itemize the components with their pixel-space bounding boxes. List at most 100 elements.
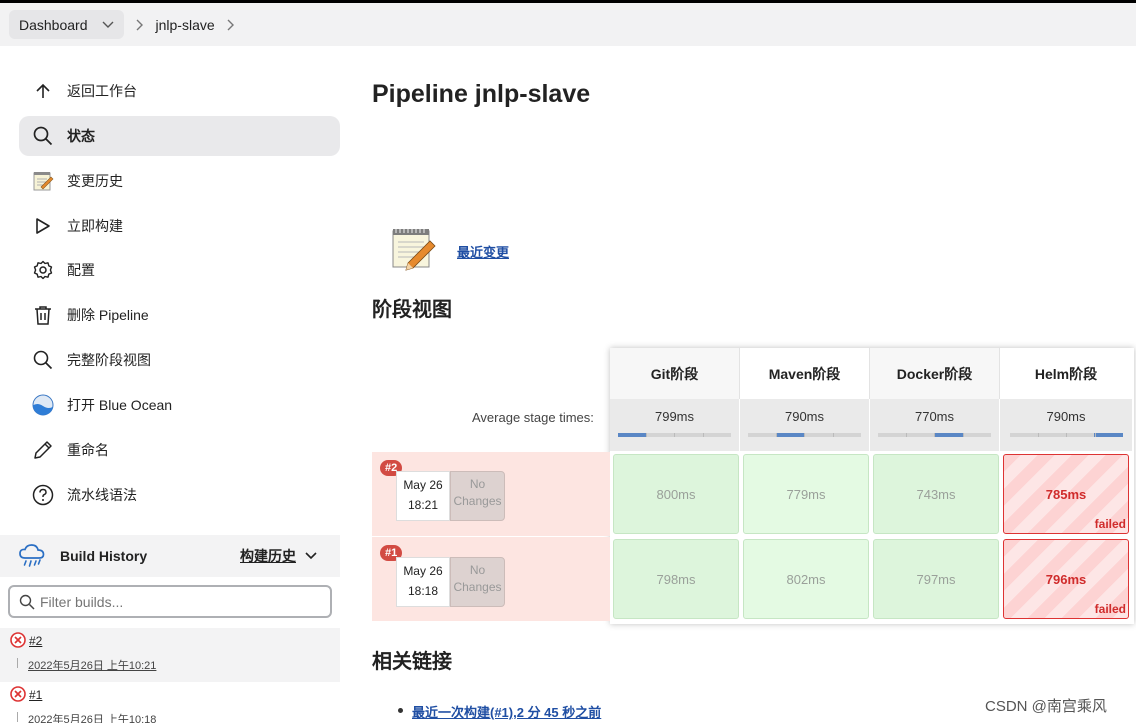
stage-header: Docker阶段	[870, 348, 1000, 399]
notepad-icon	[390, 225, 438, 274]
run-changes[interactable]: No Changes	[450, 557, 505, 607]
breadcrumb-job[interactable]: jnlp-slave	[156, 17, 215, 33]
last-build-link[interactable]: 最近一次构建(#1),2 分 45 秒之前	[412, 702, 601, 721]
sidebar-item-label: 配置	[67, 262, 95, 278]
recent-changes-link[interactable]: 最近变更	[457, 242, 509, 261]
timeline-bar	[17, 712, 18, 722]
stage-avg-cell: 790ms	[740, 399, 870, 451]
stage-cell-success[interactable]: 798ms	[613, 539, 739, 619]
chevron-down-icon[interactable]	[102, 21, 114, 29]
stage-cell-time: 785ms	[1045, 486, 1087, 502]
blue-ocean-icon	[32, 394, 54, 416]
stage-avg-bar	[618, 433, 731, 437]
stage-avg-time: 790ms	[784, 409, 825, 424]
stage-header: Git阶段	[610, 348, 740, 399]
help-icon	[32, 484, 54, 506]
stage-cell-success[interactable]: 797ms	[873, 539, 999, 619]
run-changes[interactable]: No Changes	[450, 471, 505, 521]
build-row[interactable]: #1 2022年5月26日 上午10:18	[0, 682, 340, 723]
sidebar-item-status[interactable]: 状态	[19, 116, 340, 156]
list-bullet	[398, 708, 403, 713]
notepad-icon	[32, 170, 54, 192]
trash-icon	[32, 304, 54, 326]
stage-avg-bar-fill	[1094, 433, 1123, 437]
sidebar-item-label: 重命名	[67, 442, 109, 458]
stage-header: Maven阶段	[740, 348, 870, 399]
stage-view-title: 阶段视图	[372, 299, 452, 321]
stage-avg-bar-fill	[776, 433, 805, 437]
timeline-bar	[17, 658, 18, 668]
failed-status-icon	[10, 686, 26, 702]
chevron-down-icon[interactable]	[304, 547, 318, 563]
watermark: CSDN @南宫乘风	[985, 698, 1107, 715]
sidebar-item-blue-ocean[interactable]: 打开 Blue Ocean	[19, 385, 340, 425]
sidebar-item-rename[interactable]: 重命名	[19, 430, 340, 470]
sidebar-item-pipeline-syntax[interactable]: 流水线语法	[19, 475, 340, 515]
build-history-header: Build History 构建历史	[0, 535, 340, 577]
sidebar-item-label: 打开 Blue Ocean	[67, 397, 173, 413]
stage-cell-time: 796ms	[1045, 571, 1087, 587]
page-title: Pipeline jnlp-slave	[372, 80, 591, 108]
run-date-box: May 26 18:21	[396, 471, 450, 521]
stage-cell-success[interactable]: 743ms	[873, 454, 999, 534]
related-links-title: 相关链接	[372, 651, 452, 673]
breadcrumb-dashboard-label[interactable]: Dashboard	[19, 17, 88, 33]
stage-cell-success[interactable]: 779ms	[743, 454, 869, 534]
run-date: May 26	[403, 478, 443, 492]
stage-avg-cell: 790ms	[1000, 399, 1132, 451]
build-history-title: Build History	[60, 548, 148, 564]
build-date-link[interactable]: 2022年5月26日 上午10:18	[28, 711, 156, 723]
sidebar-item-label: 变更历史	[67, 173, 123, 189]
stage-avg-bar	[748, 433, 861, 437]
run-time: 18:21	[407, 498, 439, 512]
sidebar-item-label: 状态	[67, 128, 95, 144]
stage-avg-bar-fill	[934, 433, 963, 437]
sidebar-item-build-now[interactable]: 立即构建	[19, 206, 340, 246]
play-icon	[32, 215, 54, 237]
stage-avg-bar	[1009, 433, 1123, 437]
sidebar-item-label: 立即构建	[67, 218, 123, 234]
search-icon	[32, 125, 54, 147]
sidebar-item-label: 删除 Pipeline	[67, 307, 149, 323]
filter-builds-input[interactable]	[40, 593, 310, 610]
run-time: 18:18	[407, 584, 439, 598]
chevron-right-icon	[136, 19, 143, 30]
stage-avg-time: 790ms	[1046, 409, 1086, 424]
sidebar-item-delete[interactable]: 删除 Pipeline	[19, 295, 340, 335]
build-row[interactable]: #2 2022年5月26日 上午10:21	[0, 628, 340, 682]
build-date-link[interactable]: 2022年5月26日 上午10:21	[28, 657, 156, 673]
average-stage-times-label: Average stage times:	[472, 410, 594, 425]
stage-avg-time: 770ms	[914, 409, 955, 424]
stage-header: Helm阶段	[1000, 348, 1132, 399]
stage-avg-bar	[878, 433, 991, 437]
build-history-icon	[19, 544, 45, 571]
breadcrumb-dashboard[interactable]: Dashboard	[9, 10, 124, 39]
stage-avg-time: 799ms	[654, 409, 695, 424]
stage-avg-cell: 770ms	[870, 399, 1000, 451]
stage-avg-cell: 799ms	[610, 399, 740, 451]
sidebar-item-changes[interactable]: 变更历史	[19, 161, 340, 201]
build-number-link[interactable]: #2	[29, 634, 42, 648]
stage-cell-failed[interactable]: 785ms failed	[1003, 454, 1129, 534]
failed-label: failed	[1094, 517, 1126, 531]
pencil-icon	[32, 439, 54, 461]
sidebar-item-configure[interactable]: 配置	[19, 250, 340, 290]
build-number-link[interactable]: #1	[29, 688, 42, 702]
stage-avg-bar-fill	[618, 433, 647, 437]
search-icon	[19, 594, 35, 610]
sidebar-item-label: 返回工作台	[67, 83, 137, 99]
breadcrumb: Dashboard jnlp-slave	[0, 3, 1136, 46]
stage-cell-success[interactable]: 800ms	[613, 454, 739, 534]
sidebar-item-label: 完整阶段视图	[67, 352, 151, 368]
build-trend-link[interactable]: 构建历史	[240, 546, 296, 566]
sidebar-item-full-stage-view[interactable]: 完整阶段视图	[19, 340, 340, 380]
stage-cell-success[interactable]: 802ms	[743, 539, 869, 619]
chevron-right-icon[interactable]	[227, 19, 235, 31]
stage-cell-failed[interactable]: 796ms failed	[1003, 539, 1129, 619]
failed-status-icon	[10, 632, 26, 648]
search-icon	[32, 349, 54, 371]
sidebar-item-back[interactable]: 返回工作台	[19, 71, 340, 111]
run-date: May 26	[403, 564, 443, 578]
filter-builds-field[interactable]	[8, 585, 332, 618]
failed-label: failed	[1094, 602, 1126, 616]
